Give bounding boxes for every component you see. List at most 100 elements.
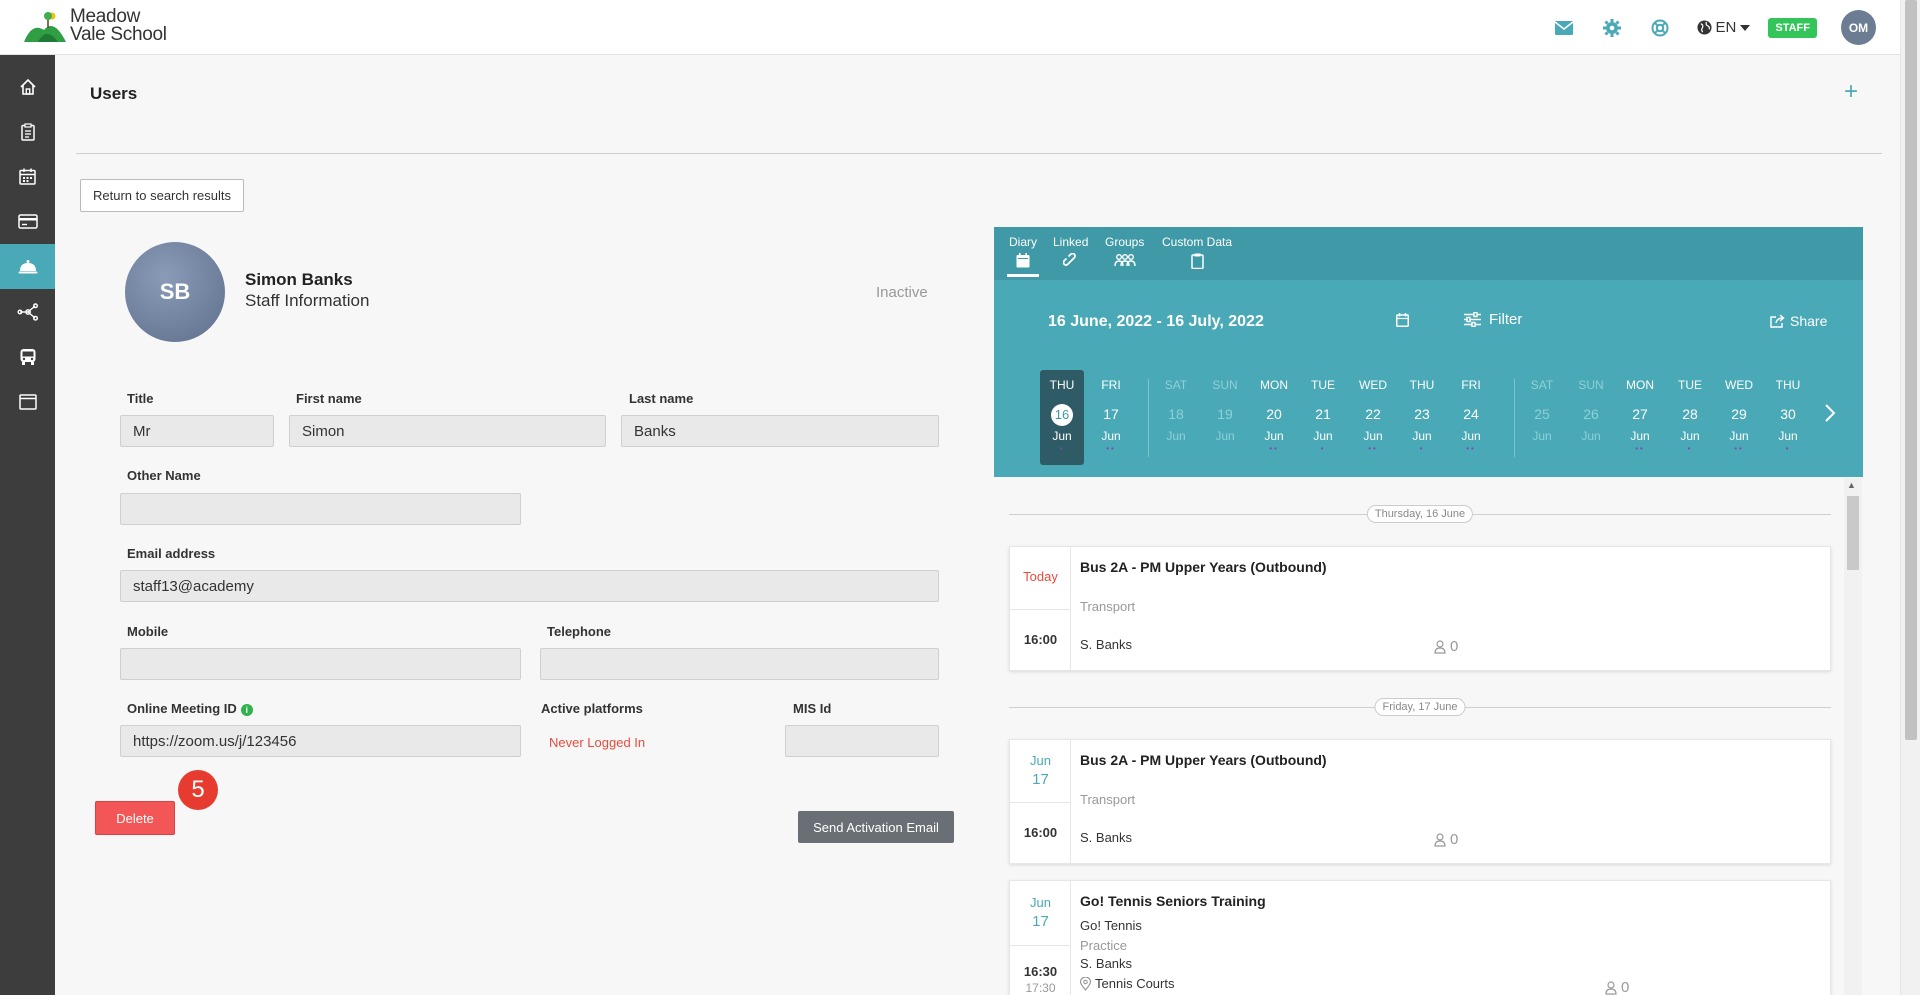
last-name-label: Last name <box>629 391 694 406</box>
sidebar-item-home[interactable] <box>0 64 55 109</box>
event-month: Jun <box>1030 753 1051 768</box>
sidebar-item-services[interactable] <box>0 244 55 289</box>
day-month: Jun <box>1532 429 1552 443</box>
day-wed-29[interactable]: WED 29 Jun •• <box>1717 370 1761 465</box>
filter-button[interactable]: Filter <box>1464 311 1522 328</box>
event-dots <box>1203 445 1247 453</box>
mis-id-field[interactable] <box>785 725 939 757</box>
language-selector[interactable]: EN <box>1697 19 1755 36</box>
event-person: S. Banks <box>1080 830 1133 845</box>
attendee-count: 0 <box>1605 979 1629 995</box>
page-scrollbar[interactable] <box>1900 0 1920 995</box>
sidebar-item-payments[interactable] <box>0 199 55 244</box>
first-name-field[interactable]: Simon <box>289 415 606 447</box>
day-weekday: THU <box>1049 378 1075 392</box>
event-dots: • <box>1320 444 1326 453</box>
tab-groups[interactable]: Groups <box>1105 235 1144 268</box>
event-title: Go! Tennis Seniors Training <box>1080 893 1266 909</box>
day-tue-21[interactable]: TUE 21 Jun • <box>1301 370 1345 465</box>
mis-id-label: MIS Id <box>793 701 832 716</box>
event-location: Tennis Courts <box>1080 976 1174 991</box>
meeting-id-field[interactable]: https://zoom.us/j/123456 <box>120 725 521 757</box>
tab-groups-label: Groups <box>1105 235 1145 249</box>
day-sun-26[interactable]: SUN 26 Jun <box>1569 370 1613 465</box>
meeting-id-label-text: Online Meeting ID <box>127 701 237 716</box>
envelope-icon[interactable] <box>1553 17 1575 39</box>
day-sat-18[interactable]: SAT 18 Jun <box>1154 370 1198 465</box>
event-day: Jun 17 <box>1010 751 1071 789</box>
sidebar-item-calendar[interactable] <box>0 154 55 199</box>
event-category: Practice <box>1080 938 1127 953</box>
return-to-search-button[interactable]: Return to search results <box>80 179 245 212</box>
tab-linked[interactable]: Linked <box>1053 235 1088 269</box>
user-avatar[interactable]: OM <box>1841 10 1876 45</box>
school-logo[interactable]: Meadow Vale School <box>22 7 167 44</box>
day-month: Jun <box>1778 429 1798 443</box>
other-name-field[interactable] <box>120 493 521 525</box>
tab-custom-data[interactable]: Custom Data <box>1162 235 1232 269</box>
day-tue-28[interactable]: TUE 28 Jun • <box>1668 370 1712 465</box>
mobile-field[interactable] <box>120 648 521 680</box>
event-dots: •• <box>1269 444 1279 453</box>
add-user-button[interactable]: + <box>1844 80 1858 104</box>
sidebar-item-windows[interactable] <box>0 379 55 424</box>
day-number: 19 <box>1217 406 1233 422</box>
tab-diary-label: Diary <box>1009 235 1038 249</box>
day-wed-22[interactable]: WED 22 Jun •• <box>1351 370 1395 465</box>
delete-button[interactable]: Delete <box>95 801 175 835</box>
sidebar-item-tasks[interactable] <box>0 109 55 154</box>
event-dots: •• <box>1466 444 1476 453</box>
caret-down-icon <box>1740 24 1751 31</box>
email-label: Email address <box>127 546 216 561</box>
staff-badge: STAFF <box>1768 17 1817 38</box>
language-code: EN <box>1715 19 1737 36</box>
day-thu-23[interactable]: THU 23 Jun • <box>1400 370 1444 465</box>
day-mon-27[interactable]: MON 27 Jun •• <box>1618 370 1662 465</box>
person-icon <box>1434 832 1446 847</box>
event-person: S. Banks <box>1080 637 1133 652</box>
event-card[interactable]: Jun 17 16:00 Bus 2A - PM Upper Years (Ou… <box>1009 739 1831 864</box>
sidebar-item-connections[interactable] <box>0 289 55 334</box>
help-lifebuoy-icon[interactable] <box>1649 17 1671 39</box>
event-card[interactable]: Jun 17 16:30 17:30 Go! Tennis Seniors Tr… <box>1009 880 1831 995</box>
event-time: 16:30 <box>1023 964 1058 979</box>
day-thu-30[interactable]: THU 30 Jun • <box>1766 370 1810 465</box>
day-sat-25[interactable]: SAT 25 Jun <box>1520 370 1564 465</box>
date-divider: Thursday, 16 June <box>1009 505 1831 523</box>
sidebar-item-transport[interactable] <box>0 334 55 379</box>
day-month: Jun <box>1461 429 1481 443</box>
day-month: Jun <box>1412 429 1432 443</box>
cloche-icon <box>18 259 37 273</box>
day-fri-17[interactable]: FRI 17 Jun •• <box>1089 370 1133 465</box>
share-button[interactable]: Share <box>1770 313 1827 329</box>
telephone-field[interactable] <box>540 648 939 680</box>
date-range: 16 June, 2022 - 16 July, 2022 <box>1048 313 1264 330</box>
last-name-field[interactable]: Banks <box>621 415 939 447</box>
day-mon-20[interactable]: MON 20 Jun •• <box>1252 370 1296 465</box>
send-activation-email-button[interactable]: Send Activation Email <box>798 811 954 843</box>
email-field[interactable]: staff13@academy <box>120 570 939 602</box>
meeting-id-label: Online Meeting ID i <box>127 701 253 716</box>
date-picker-icon[interactable] <box>1396 313 1409 332</box>
gear-icon[interactable] <box>1601 17 1623 39</box>
event-category: Transport <box>1080 792 1136 807</box>
day-number: 16 <box>1051 404 1073 426</box>
event-day-number: 17 <box>1032 771 1049 788</box>
event-card[interactable]: Today 16:00 Bus 2A - PM Upper Years (Out… <box>1009 546 1831 671</box>
tab-diary[interactable]: Diary <box>1006 235 1040 277</box>
day-weekday: TUE <box>1311 378 1335 392</box>
event-dots: • <box>1059 444 1065 453</box>
card-icon <box>17 214 38 229</box>
event-dots: • <box>1419 444 1425 453</box>
day-fri-24[interactable]: FRI 24 Jun •• <box>1449 370 1493 465</box>
day-number: 22 <box>1365 406 1381 422</box>
events-scrollbar[interactable]: ▲ <box>1844 478 1862 995</box>
bus-icon <box>20 348 35 365</box>
title-field[interactable]: Mr <box>120 415 274 447</box>
day-thu-16[interactable]: THU 16 Jun • <box>1040 370 1084 465</box>
day-sun-19[interactable]: SUN 19 Jun <box>1203 370 1247 465</box>
info-icon[interactable]: i <box>240 703 253 716</box>
chevron-right-icon[interactable] <box>1824 403 1836 428</box>
profile-avatar: SB <box>125 242 225 342</box>
day-weekday: THU <box>1775 378 1801 392</box>
